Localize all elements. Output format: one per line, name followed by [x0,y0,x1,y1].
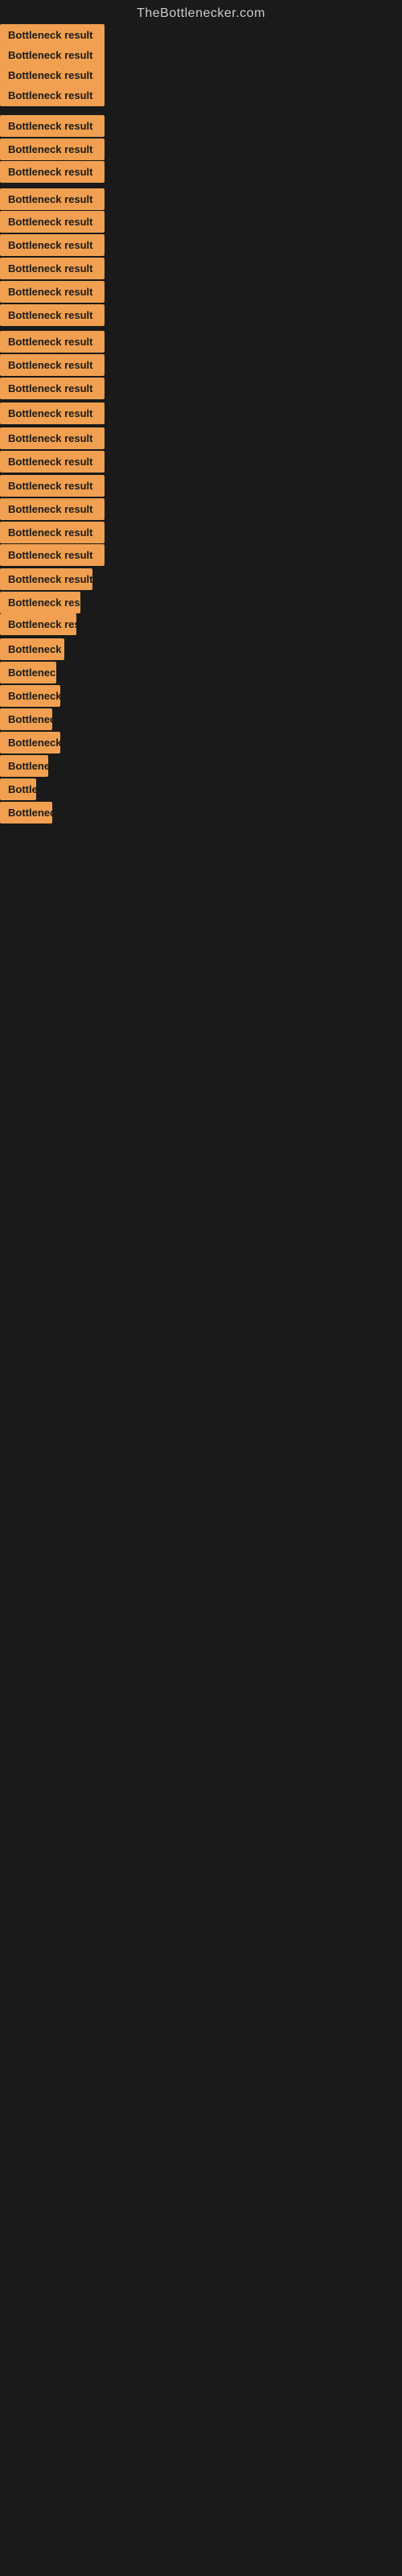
bottleneck-result-item: Bottleneck result [0,755,48,777]
bottleneck-result-item: Bottleneck result [0,211,105,233]
site-title: TheBottlenecker.com [0,0,402,27]
bottleneck-result-item: Bottleneck result [0,592,80,613]
bottleneck-result-item: Bottleneck result [0,613,76,635]
bottleneck-result-item: Bottleneck result [0,138,105,160]
bottleneck-result-item: Bottleneck result [0,115,105,137]
bottleneck-result-item: Bottleneck result [0,234,105,256]
bottleneck-result-item: Bottleneck result [0,427,105,449]
bottleneck-result-item: Bottleneck result [0,475,105,497]
bottleneck-result-item: Bottleneck result [0,778,36,800]
bottleneck-result-item: Bottleneck result [0,304,105,326]
bottleneck-result-item: Bottleneck result [0,708,52,730]
bottleneck-result-item: Bottleneck result [0,24,105,46]
bottleneck-result-item: Bottleneck result [0,44,105,66]
bottleneck-result-item: Bottleneck result [0,281,105,303]
bottleneck-result-item: Bottleneck result [0,402,105,424]
bottleneck-result-item: Bottleneck result [0,378,105,399]
bottleneck-result-item: Bottleneck result [0,732,60,753]
bottleneck-result-item: Bottleneck result [0,258,105,279]
bottleneck-result-item: Bottleneck result [0,802,52,824]
bottleneck-result-item: Bottleneck result [0,354,105,376]
bottleneck-result-item: Bottleneck result [0,662,56,683]
bottleneck-result-item: Bottleneck result [0,331,105,353]
bottleneck-result-item: Bottleneck result [0,498,105,520]
bottleneck-result-item: Bottleneck result [0,161,105,183]
bottleneck-result-item: Bottleneck result [0,64,105,86]
bottleneck-result-item: Bottleneck result [0,522,105,543]
bottleneck-result-item: Bottleneck result [0,568,92,590]
bottleneck-result-item: Bottleneck result [0,188,105,210]
bottleneck-result-item: Bottleneck result [0,638,64,660]
bottleneck-result-item: Bottleneck result [0,544,105,566]
bottleneck-result-item: Bottleneck result [0,451,105,473]
bottleneck-result-item: Bottleneck result [0,85,105,106]
bottleneck-result-item: Bottleneck result [0,685,60,707]
